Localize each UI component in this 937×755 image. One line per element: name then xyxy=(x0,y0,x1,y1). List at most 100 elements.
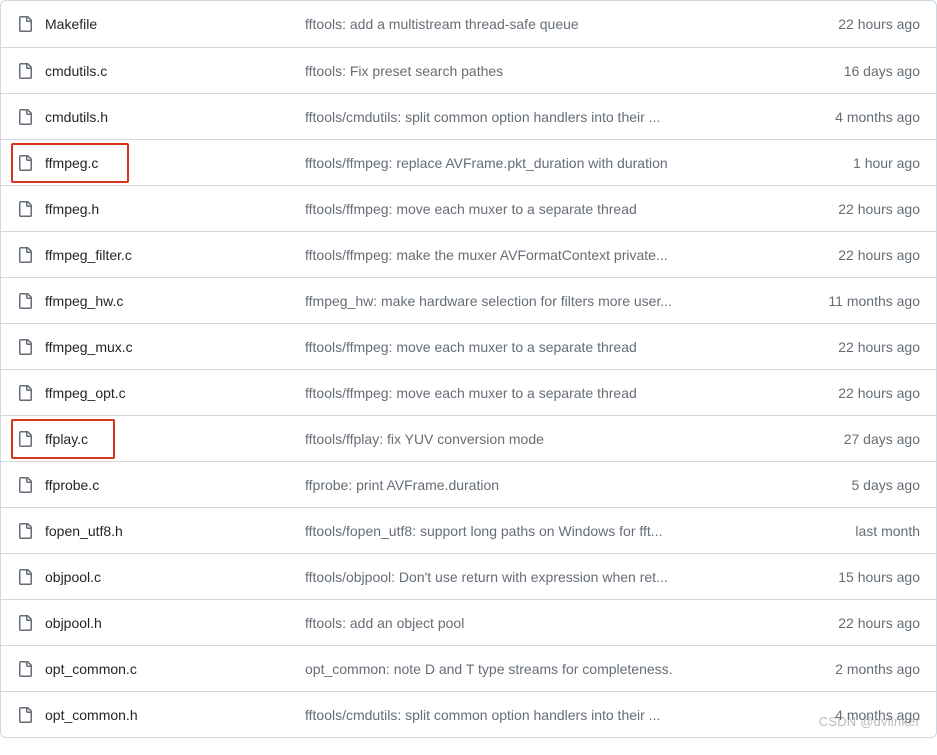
file-icon xyxy=(17,615,33,631)
commit-message-cell: fftools/ffplay: fix YUV conversion mode xyxy=(305,431,800,447)
file-row: ffmpeg_opt.c fftools/ffmpeg: move each mu… xyxy=(1,369,936,415)
file-row: ffmpeg_filter.c fftools/ffmpeg: make the … xyxy=(1,231,936,277)
icon-cell xyxy=(17,247,45,263)
icon-cell xyxy=(17,431,45,447)
commit-time: last month xyxy=(800,523,920,539)
file-icon xyxy=(17,523,33,539)
commit-message-link[interactable]: fftools: add a multistream thread-safe q… xyxy=(305,16,579,32)
icon-cell xyxy=(17,109,45,125)
commit-message-cell: fftools/fopen_utf8: support long paths o… xyxy=(305,523,800,539)
file-name-link[interactable]: Makefile xyxy=(45,16,97,32)
file-name-cell: ffmpeg_mux.c xyxy=(45,339,305,355)
commit-time: 2 months ago xyxy=(800,661,920,677)
file-name-cell: ffmpeg_filter.c xyxy=(45,247,305,263)
icon-cell xyxy=(17,63,45,79)
file-row: objpool.hfftools: add an object pool22 h… xyxy=(1,599,936,645)
file-row: Makefile fftools: add a multistream threa… xyxy=(1,1,936,47)
file-name-cell: cmdutils.c xyxy=(45,63,305,79)
commit-message-link[interactable]: ffmpeg_hw: make hardware selection for f… xyxy=(305,293,672,309)
icon-cell xyxy=(17,661,45,677)
commit-time: 22 hours ago xyxy=(800,16,920,32)
file-row: ffmpeg_hw.c ffmpeg_hw: make hardware sele… xyxy=(1,277,936,323)
file-list: Makefile fftools: add a multistream threa… xyxy=(0,0,937,738)
file-row: ffplay.c fftools/ffplay: fix YUV conversi… xyxy=(1,415,936,461)
commit-message-link[interactable]: fftools/cmdutils: split common option ha… xyxy=(305,109,660,125)
commit-time: 11 months ago xyxy=(800,293,920,309)
file-name-cell: ffmpeg_hw.c xyxy=(45,293,305,309)
commit-message-link[interactable]: fftools/ffmpeg: move each muxer to a sep… xyxy=(305,385,637,401)
commit-message-link[interactable]: fftools/ffmpeg: replace AVFrame.pkt_dura… xyxy=(305,155,668,171)
commit-time: 4 months ago xyxy=(800,707,920,723)
file-name-cell: ffmpeg_opt.c xyxy=(45,385,305,401)
file-row: ffprobe.c ffprobe: print AVFrame.duration… xyxy=(1,461,936,507)
file-name-cell: objpool.c xyxy=(45,569,305,585)
commit-time: 1 hour ago xyxy=(800,155,920,171)
icon-cell xyxy=(17,707,45,723)
commit-message-link[interactable]: ffprobe: print AVFrame.duration xyxy=(305,477,499,493)
commit-message-link[interactable]: fftools/ffmpeg: move each muxer to a sep… xyxy=(305,339,637,355)
commit-time: 4 months ago xyxy=(800,109,920,125)
commit-message-cell: fftools/ffmpeg: move each muxer to a sep… xyxy=(305,385,800,401)
icon-cell xyxy=(17,615,45,631)
file-row: fopen_utf8.h fftools/fopen_utf8: support … xyxy=(1,507,936,553)
commit-message-link[interactable]: opt_common: note D and T type streams fo… xyxy=(305,661,673,677)
file-icon xyxy=(17,63,33,79)
file-name-cell: Makefile xyxy=(45,16,305,32)
file-name-link[interactable]: ffmpeg_opt.c xyxy=(45,385,126,401)
commit-message-link[interactable]: fftools/ffplay: fix YUV conversion mode xyxy=(305,431,544,447)
file-name-link[interactable]: ffmpeg_filter.c xyxy=(45,247,132,263)
file-name-link[interactable]: ffprobe.c xyxy=(45,477,99,493)
commit-message-cell: opt_common: note D and T type streams fo… xyxy=(305,661,800,677)
file-name-cell: ffmpeg.c xyxy=(45,155,305,171)
file-name-link[interactable]: ffmpeg_mux.c xyxy=(45,339,133,355)
commit-message-link[interactable]: fftools/ffmpeg: move each muxer to a sep… xyxy=(305,201,637,217)
commit-message-link[interactable]: fftools/fopen_utf8: support long paths o… xyxy=(305,523,662,539)
commit-time: 16 days ago xyxy=(800,63,920,79)
file-row: cmdutils.h fftools/cmdutils: split common… xyxy=(1,93,936,139)
file-name-cell: ffprobe.c xyxy=(45,477,305,493)
file-name-link[interactable]: opt_common.c xyxy=(45,661,137,677)
file-row: opt_common.h fftools/cmdutils: split comm… xyxy=(1,691,936,737)
file-name-link[interactable]: ffplay.c xyxy=(45,431,88,447)
file-name-link[interactable]: cmdutils.c xyxy=(45,63,107,79)
icon-cell xyxy=(17,477,45,493)
file-name-cell: ffmpeg.h xyxy=(45,201,305,217)
file-name-link[interactable]: opt_common.h xyxy=(45,707,138,723)
commit-time: 27 days ago xyxy=(800,431,920,447)
file-icon xyxy=(17,339,33,355)
commit-message-link[interactable]: fftools: add an object pool xyxy=(305,615,464,631)
icon-cell xyxy=(17,523,45,539)
commit-time: 15 hours ago xyxy=(800,569,920,585)
file-icon xyxy=(17,155,33,171)
commit-message-cell: fftools: add an object pool xyxy=(305,615,800,631)
commit-message-link[interactable]: fftools/objpool: Don't use return with e… xyxy=(305,569,668,585)
file-row: ffmpeg.c fftools/ffmpeg: replace AVFrame.… xyxy=(1,139,936,185)
file-name-cell: fopen_utf8.h xyxy=(45,523,305,539)
commit-message-cell: fftools: Fix preset search pathes xyxy=(305,63,800,79)
commit-time: 22 hours ago xyxy=(800,201,920,217)
file-name-link[interactable]: objpool.c xyxy=(45,569,101,585)
icon-cell xyxy=(17,569,45,585)
file-row: objpool.c fftools/objpool: Don't use retu… xyxy=(1,553,936,599)
icon-cell xyxy=(17,155,45,171)
commit-message-link[interactable]: fftools: Fix preset search pathes xyxy=(305,63,503,79)
commit-message-cell: fftools/objpool: Don't use return with e… xyxy=(305,569,800,585)
file-name-link[interactable]: ffmpeg.c xyxy=(45,155,98,171)
file-name-link[interactable]: objpool.h xyxy=(45,615,102,631)
commit-message-link[interactable]: fftools/ffmpeg: make the muxer AVFormatC… xyxy=(305,247,668,263)
icon-cell xyxy=(17,293,45,309)
file-name-link[interactable]: fopen_utf8.h xyxy=(45,523,123,539)
commit-message-cell: fftools/cmdutils: split common option ha… xyxy=(305,707,800,723)
commit-message-link[interactable]: fftools/cmdutils: split common option ha… xyxy=(305,707,660,723)
file-icon xyxy=(17,293,33,309)
file-name-link[interactable]: ffmpeg_hw.c xyxy=(45,293,123,309)
file-name-link[interactable]: ffmpeg.h xyxy=(45,201,99,217)
file-name-link[interactable]: cmdutils.h xyxy=(45,109,108,125)
commit-message-cell: ffmpeg_hw: make hardware selection for f… xyxy=(305,293,800,309)
commit-time: 5 days ago xyxy=(800,477,920,493)
file-name-cell: cmdutils.h xyxy=(45,109,305,125)
commit-message-cell: fftools/cmdutils: split common option ha… xyxy=(305,109,800,125)
icon-cell xyxy=(17,201,45,217)
file-icon xyxy=(17,247,33,263)
file-icon xyxy=(17,477,33,493)
